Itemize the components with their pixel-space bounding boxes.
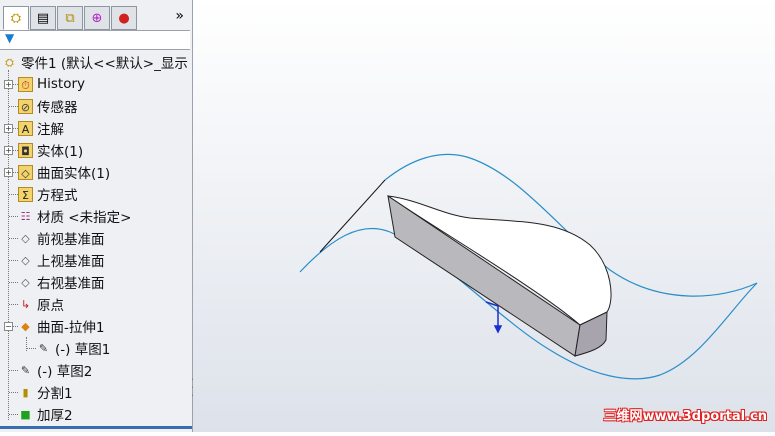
plane-icon: ◇ <box>21 231 30 245</box>
tree-item[interactable]: ⊘ 传感器 <box>18 95 78 117</box>
tree-line <box>9 260 18 261</box>
tree-item-label: 分割1 <box>37 386 73 402</box>
expand-toggle[interactable]: + <box>4 124 13 133</box>
expand-toggle[interactable]: + <box>4 146 13 155</box>
property-icon: ▤ <box>36 10 50 26</box>
thicken-icon: ■ <box>20 407 31 421</box>
expand-toggle[interactable]: + <box>4 80 13 89</box>
tree-item[interactable]: ◇ 右视基准面 <box>18 271 105 293</box>
tree-item-label: 实体(1) <box>37 144 84 160</box>
tree-line <box>9 392 18 393</box>
tree-item[interactable]: A 注解 <box>18 117 64 139</box>
tree-line <box>26 337 27 351</box>
tree-item[interactable]: ◇ 曲面实体(1) <box>18 161 110 183</box>
origin-icon <box>485 301 503 334</box>
annotation-icon: A <box>18 120 33 136</box>
tree-item[interactable]: ◘ 实体(1) <box>18 139 83 161</box>
tab-feature-manager[interactable]: ⛭ <box>3 6 29 30</box>
tree-line <box>9 414 18 415</box>
panel-bottom-bar <box>0 426 192 429</box>
split-icon: ▮ <box>22 385 29 399</box>
tree-item-label: 上视基准面 <box>37 254 105 270</box>
filter-bar[interactable]: ▼ <box>0 30 190 50</box>
tree-item-label: 右视基准面 <box>37 276 105 292</box>
display-icon: ● <box>118 10 130 26</box>
tab-dimxpert[interactable]: ⊕ <box>84 6 110 30</box>
tree-line <box>9 282 18 283</box>
tree-item-label: 方程式 <box>37 188 78 204</box>
surface-bodies-icon: ◇ <box>18 164 33 180</box>
tree-item-label: History <box>37 76 86 92</box>
tree-item-label: 曲面实体(1) <box>37 166 111 182</box>
surface-left-edge <box>319 179 386 253</box>
tree-item[interactable]: ◆ 曲面-拉伸1 <box>18 315 104 337</box>
part-icon: ⛭ <box>5 55 14 69</box>
history-icon: ⏱ <box>18 76 33 92</box>
graphics-viewport[interactable]: 三维网www.3dportal.cn <box>193 0 775 432</box>
tree-item[interactable]: ☷ 材质 <未指定> <box>18 205 132 227</box>
tree-item[interactable]: ✎ (-) 草图2 <box>18 359 92 381</box>
sketch-icon: ✎ <box>38 341 49 355</box>
tree-root-label: 零件1 (默认<<默认>_显示 <box>21 56 188 72</box>
tab-display-manager[interactable]: ● <box>111 6 137 30</box>
tree-root[interactable]: ⛭ 零件1 (默认<<默认>_显示 <box>2 51 188 73</box>
tab-property-manager[interactable]: ▤ <box>30 6 56 30</box>
feature-manager-panel: ⛭ ▤ ⧉ ⊕ ● » ▼ ⛭ 零件1 (默认<<默认>_显示 + ⏱ History… <box>0 0 193 432</box>
configuration-icon: ⧉ <box>65 10 75 26</box>
equations-icon: Σ <box>18 186 33 202</box>
watermark: 三维网www.3dportal.cn <box>603 409 767 424</box>
tree-item-label: 前视基准面 <box>37 232 105 248</box>
expand-toggle[interactable]: − <box>4 322 13 331</box>
filter-icon: ▼ <box>5 31 15 45</box>
tree-item-label: 加厚2 <box>37 408 73 424</box>
material-icon: ☷ <box>20 209 31 223</box>
tree-item-label: 材质 <未指定> <box>37 210 132 226</box>
tree-item[interactable]: ■ 加厚2 <box>18 403 73 425</box>
tree-item-label: 曲面-拉伸1 <box>37 320 105 336</box>
tree-item-label: 原点 <box>37 298 64 314</box>
solid-bodies-icon: ◘ <box>18 142 33 158</box>
tree-item-label: 注解 <box>37 122 64 138</box>
tree-line <box>9 370 18 371</box>
tree-item[interactable]: ◇ 上视基准面 <box>18 249 105 271</box>
tree-item[interactable]: ✎ (-) 草图1 <box>36 337 110 359</box>
model-view <box>299 153 758 380</box>
surface-extrude-icon: ◆ <box>21 319 30 333</box>
crosshair-icon: ⊕ <box>91 10 103 26</box>
panel-tabs: ⛭ ▤ ⧉ ⊕ ● » <box>0 4 190 30</box>
tree-item[interactable]: ◇ 前视基准面 <box>18 227 105 249</box>
tree-item-label: (-) 草图1 <box>55 342 111 358</box>
tab-configuration-manager[interactable]: ⧉ <box>57 6 83 30</box>
origin-icon: ↳ <box>20 297 31 311</box>
tree-line <box>8 70 9 420</box>
tree-item[interactable]: ⏱ History <box>18 73 85 95</box>
plane-icon: ◇ <box>21 253 30 267</box>
more-tabs-button[interactable]: » <box>175 8 184 24</box>
tree-line <box>9 194 18 195</box>
tree-line <box>9 216 18 217</box>
tree-line <box>9 106 18 107</box>
tree-line <box>9 304 18 305</box>
tree-item-label: (-) 草图2 <box>37 364 93 380</box>
sketch-icon: ✎ <box>20 363 31 377</box>
tree-item[interactable]: Σ 方程式 <box>18 183 78 205</box>
expand-toggle[interactable]: + <box>4 168 13 177</box>
sensor-icon: ⊘ <box>18 98 33 114</box>
feature-tree-icon: ⛭ <box>10 10 22 26</box>
tree-line <box>26 348 36 349</box>
plane-icon: ◇ <box>21 275 30 289</box>
tree-item-label: 传感器 <box>37 100 78 116</box>
tree-item[interactable]: ↳ 原点 <box>18 293 64 315</box>
tree-line <box>9 238 18 239</box>
tree-item[interactable]: ▮ 分割1 <box>18 381 73 403</box>
